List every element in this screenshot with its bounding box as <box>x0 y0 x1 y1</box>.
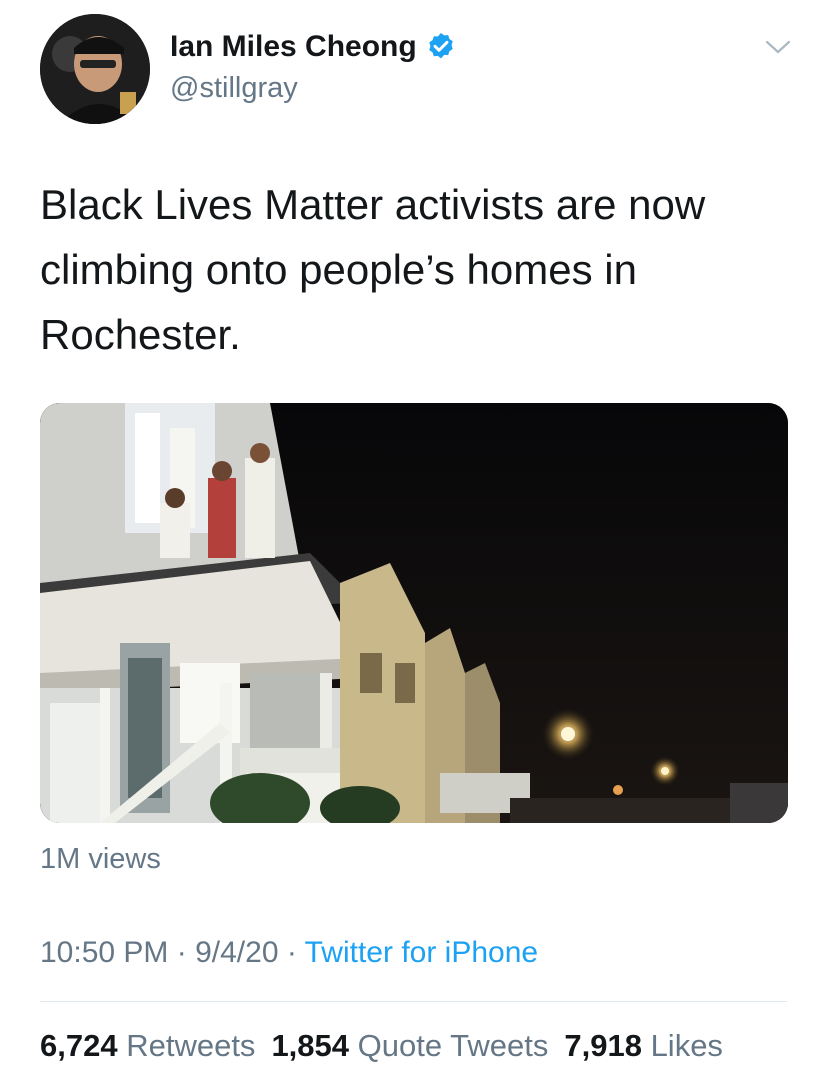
divider <box>40 1001 787 1002</box>
tweet-date[interactable]: 9/4/20 <box>195 936 278 969</box>
tweet-video[interactable] <box>40 403 788 823</box>
likes-count: 7,918 <box>564 1028 642 1063</box>
meta-separator: · <box>168 936 196 969</box>
avatar[interactable] <box>40 14 150 124</box>
tweet-source-link[interactable]: Twitter for iPhone <box>305 936 538 969</box>
retweets-count: 6,724 <box>40 1028 118 1063</box>
retweets-stat[interactable]: 6,724 Retweets <box>40 1028 255 1064</box>
retweets-label: Retweets <box>126 1028 256 1063</box>
tweet-time[interactable]: 10:50 PM <box>40 936 168 969</box>
author-name[interactable]: Ian Miles Cheong <box>170 30 417 64</box>
author-handle[interactable]: @stillgray <box>170 72 298 105</box>
meta-separator-2: · <box>278 936 305 969</box>
verified-badge-icon <box>425 31 457 63</box>
author-name-row[interactable]: Ian Miles Cheong <box>170 30 457 64</box>
likes-label: Likes <box>650 1028 723 1063</box>
tweet-stats: 6,724 Retweets 1,854 Quote Tweets 7,918 … <box>40 1028 723 1064</box>
likes-stat[interactable]: 7,918 Likes <box>564 1028 723 1064</box>
quotes-label: Quote Tweets <box>357 1028 549 1063</box>
video-thumbnail <box>40 403 788 823</box>
tweet-meta: 10:50 PM · 9/4/20 · Twitter for iPhone <box>40 936 538 970</box>
chevron-down-icon <box>765 40 791 54</box>
view-count: 1M views <box>40 843 161 875</box>
tweet-text: Black Lives Matter activists are now cli… <box>40 181 706 358</box>
quotes-count: 1,854 <box>271 1028 350 1063</box>
tweet-menu-button[interactable] <box>763 36 793 58</box>
user-avatar-icon <box>40 14 150 124</box>
quotes-stat[interactable]: 1,854 Quote Tweets <box>271 1028 548 1064</box>
